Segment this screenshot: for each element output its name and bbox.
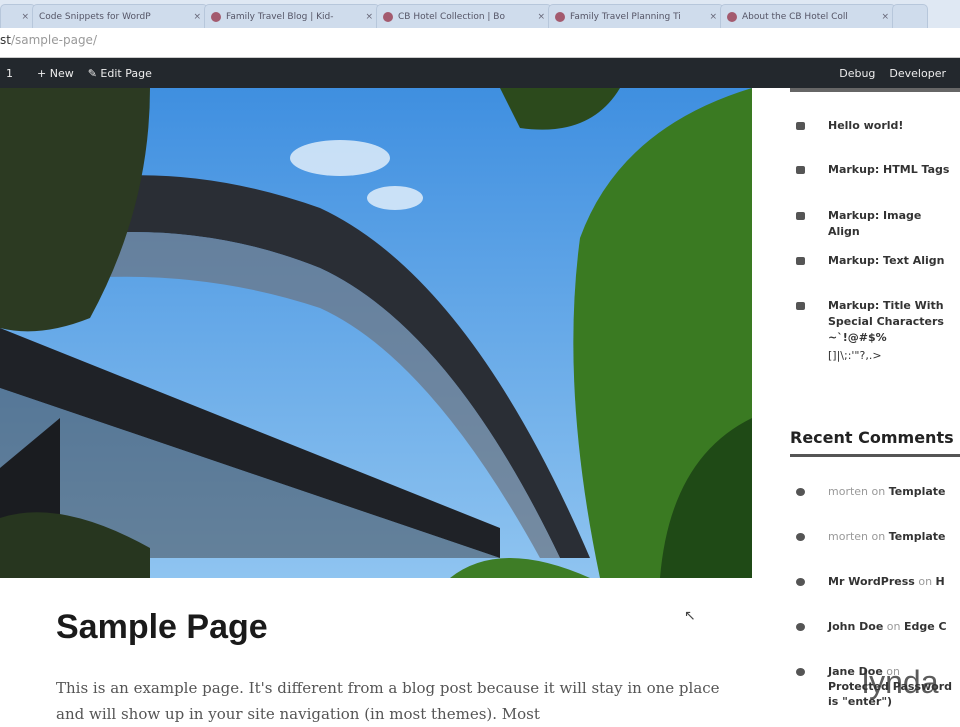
address-bar[interactable]: st/sample-page/ bbox=[0, 28, 960, 58]
admin-bar: 1 + New ✎ Edit Page Debug Developer bbox=[0, 58, 960, 88]
sidebar: Hello world! Markup: HTML Tags Markup: I… bbox=[752, 88, 960, 720]
divider bbox=[790, 88, 960, 92]
favicon-icon bbox=[211, 11, 221, 22]
close-icon[interactable]: × bbox=[881, 12, 889, 22]
edit-page-button[interactable]: ✎ Edit Page bbox=[88, 67, 152, 80]
post-icon bbox=[796, 302, 805, 310]
comment-icon bbox=[796, 668, 805, 676]
close-icon[interactable]: × bbox=[709, 12, 717, 22]
divider bbox=[790, 454, 960, 457]
new-tab-button[interactable] bbox=[892, 4, 928, 28]
tab[interactable]: About the CB Hotel Coll × bbox=[720, 4, 896, 28]
tab[interactable]: CB Hotel Collection | Bo × bbox=[376, 4, 552, 28]
favicon-icon bbox=[383, 11, 393, 22]
admin-bar-count[interactable]: 1 bbox=[6, 67, 13, 80]
lynda-watermark-logo: lynda bbox=[862, 664, 939, 700]
comment-icon bbox=[796, 488, 805, 496]
tab[interactable]: Family Travel Planning Ti × bbox=[548, 4, 724, 28]
developer-button[interactable]: Developer bbox=[889, 67, 946, 80]
favicon-icon bbox=[727, 11, 737, 22]
post-icon bbox=[796, 257, 805, 265]
close-icon[interactable]: × bbox=[21, 12, 29, 22]
post-icon bbox=[796, 122, 805, 130]
post-icon bbox=[796, 166, 805, 174]
favicon-icon bbox=[555, 11, 565, 22]
browser-tabs: × Code Snippets for WordP × Family Travel… bbox=[0, 0, 960, 28]
recent-post-link[interactable]: Markup: Text Align bbox=[828, 253, 954, 269]
comment-item: morten on Template bbox=[828, 485, 946, 498]
page-title: Sample Page bbox=[56, 608, 268, 646]
comment-icon bbox=[796, 623, 805, 631]
close-icon[interactable]: × bbox=[365, 12, 373, 22]
recent-post-link[interactable]: Markup: Image Align bbox=[828, 208, 954, 240]
new-button[interactable]: + New bbox=[37, 67, 74, 80]
close-icon[interactable]: × bbox=[537, 12, 545, 22]
recent-post-link[interactable]: Markup: HTML Tags bbox=[828, 162, 954, 178]
comment-icon bbox=[796, 533, 805, 541]
bridge-photo bbox=[0, 88, 752, 578]
tab-partial[interactable]: × bbox=[0, 4, 36, 28]
tab[interactable]: Family Travel Blog | Kid- × bbox=[204, 4, 380, 28]
post-icon bbox=[796, 212, 805, 220]
comment-item: morten on Template bbox=[828, 530, 946, 543]
tab[interactable]: Code Snippets for WordP × bbox=[32, 4, 208, 28]
mouse-cursor-icon: ↖ bbox=[684, 608, 696, 624]
comment-item: Mr WordPress on H bbox=[828, 575, 945, 588]
debug-button[interactable]: Debug bbox=[839, 67, 875, 80]
recent-comments-heading: Recent Comments bbox=[790, 428, 954, 447]
recent-post-link[interactable]: Hello world! bbox=[828, 118, 954, 134]
recent-post-link-cont[interactable]: []|\;:'"?,.> bbox=[828, 348, 954, 364]
comment-icon bbox=[796, 578, 805, 586]
recent-post-link[interactable]: Markup: Title With Special Characters ~`… bbox=[828, 298, 954, 346]
page-content: This is an example page. It's different … bbox=[56, 679, 720, 723]
featured-image bbox=[0, 88, 752, 578]
comment-item: John Doe on Edge C bbox=[828, 620, 947, 633]
close-icon[interactable]: × bbox=[193, 12, 201, 22]
